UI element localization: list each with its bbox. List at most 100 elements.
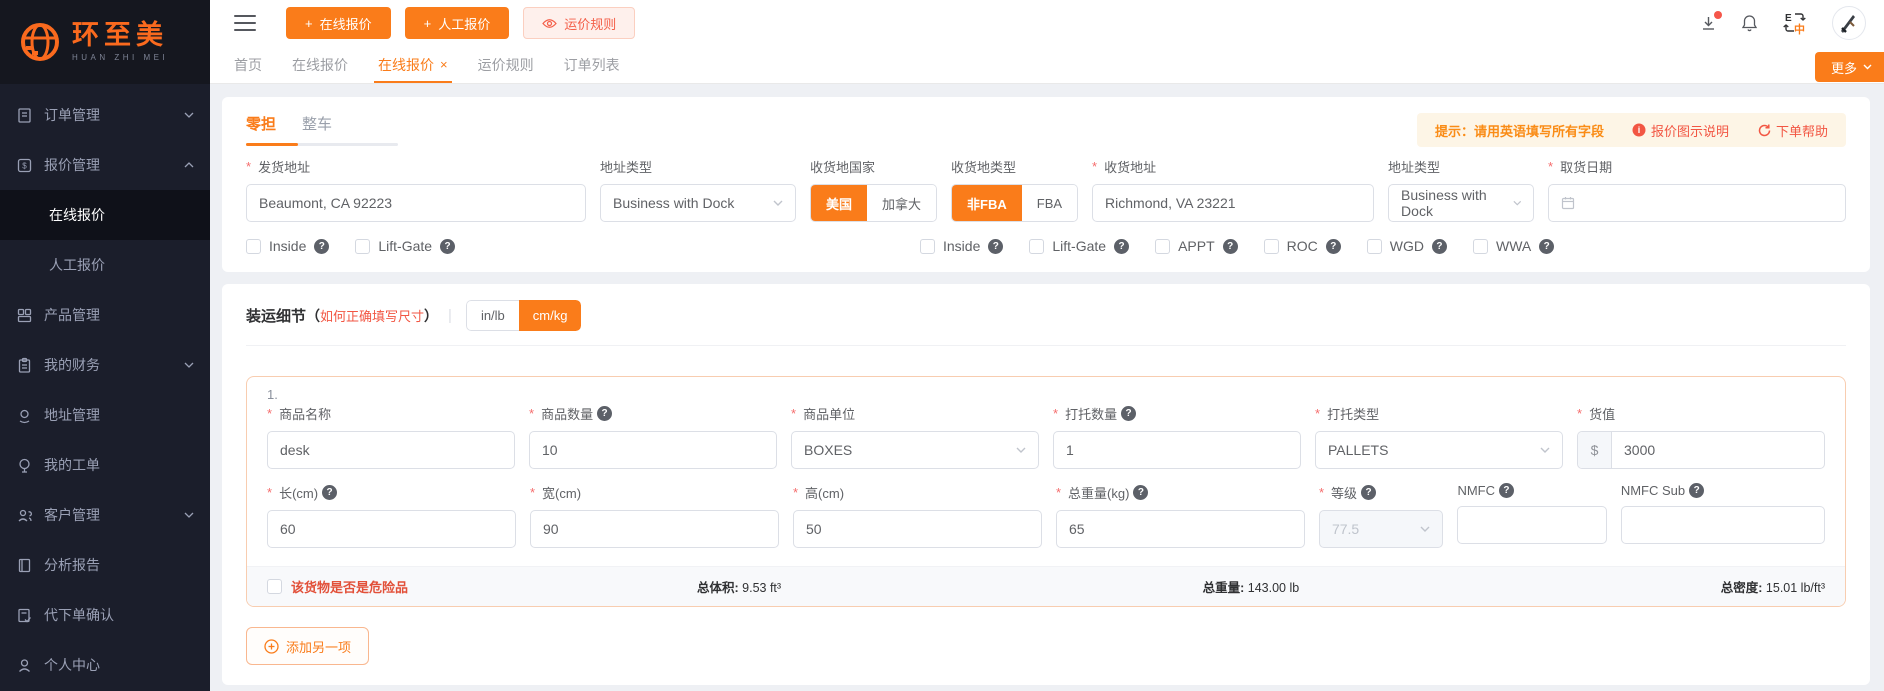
quotes-icon: $ — [16, 157, 33, 174]
order-help-link[interactable]: 下单帮助 — [1757, 121, 1828, 140]
more-button[interactable]: 更多 — [1815, 52, 1884, 82]
dest-address-input[interactable] — [1105, 195, 1361, 211]
origin-address-input[interactable] — [259, 195, 573, 211]
checkbox[interactable] — [920, 239, 935, 254]
length-field: 长(cm)? — [267, 483, 516, 548]
unit-cmkg[interactable]: cm/kg — [519, 300, 582, 331]
dest-type-fba[interactable]: FBA — [1022, 185, 1077, 221]
quote-guide-link[interactable]: i 报价图示说明 — [1632, 121, 1729, 140]
page-content: 零担 整车 提示：请用英语填写所有字段 i 报价图示说明 下 — [210, 84, 1884, 691]
checkbox[interactable] — [1367, 239, 1382, 254]
tab-order-list[interactable]: 订单列表 — [564, 46, 620, 83]
svg-text:E: E — [1785, 13, 1792, 24]
help-icon[interactable]: ? — [1326, 239, 1341, 254]
help-icon[interactable]: ? — [1133, 485, 1148, 500]
sidebar-item-label: 代下单确认 — [44, 605, 114, 625]
help-icon[interactable]: ? — [1539, 239, 1554, 254]
help-icon[interactable]: ? — [314, 239, 329, 254]
origin-address-type-field: 地址类型 Business with Dock — [600, 157, 796, 222]
sidebar-item-profile[interactable]: 个人中心 — [0, 640, 210, 690]
unit-inlb[interactable]: in/lb — [466, 300, 519, 331]
checkbox[interactable] — [1473, 239, 1488, 254]
help-icon[interactable]: ? — [440, 239, 455, 254]
dest-country-canada[interactable]: 加拿大 — [867, 185, 936, 221]
translate-icon[interactable]: E 中 — [1782, 11, 1808, 35]
nmfc-input[interactable] — [1470, 517, 1593, 533]
product-qty-input[interactable] — [542, 442, 764, 458]
pallet-qty-input[interactable] — [1066, 442, 1288, 458]
sidebar-item-finance[interactable]: 我的财务 — [0, 340, 210, 390]
sidebar-item-manual-quote[interactable]: 人工报价 — [0, 240, 210, 290]
help-icon[interactable]: ? — [1361, 485, 1376, 500]
checkbox[interactable] — [1155, 239, 1170, 254]
height-input[interactable] — [806, 521, 1029, 537]
sidebar-item-orders[interactable]: 订单管理 — [0, 90, 210, 140]
close-icon[interactable]: × — [440, 57, 448, 72]
checkbox[interactable] — [246, 239, 261, 254]
sidebar-item-products[interactable]: 产品管理 — [0, 290, 210, 340]
tab-rate-rules[interactable]: 运价规则 — [478, 46, 534, 83]
bell-icon[interactable] — [1741, 14, 1758, 32]
tab-ltl[interactable]: 零担 — [246, 113, 276, 134]
help-icon[interactable]: ? — [1114, 239, 1129, 254]
nmfc-sub-input[interactable] — [1634, 517, 1812, 533]
sidebar-item-reports[interactable]: 分析报告 — [0, 540, 210, 590]
svg-text:i: i — [1638, 125, 1641, 135]
brand-name: 环至美 — [72, 22, 168, 49]
help-icon[interactable]: ? — [1121, 406, 1136, 421]
checkbox[interactable] — [1264, 239, 1279, 254]
dest-address-type-select[interactable]: Business with Dock — [1388, 184, 1534, 222]
cargo-value-input[interactable] — [1612, 442, 1824, 458]
origin-service-inside: Inside ? — [246, 238, 329, 254]
product-name-input[interactable] — [280, 442, 502, 458]
rate-rules-button[interactable]: 运价规则 — [523, 7, 635, 39]
sidebar-item-label: 我的财务 — [44, 355, 100, 375]
help-icon[interactable]: ? — [1223, 239, 1238, 254]
dest-country-us[interactable]: 美国 — [811, 185, 867, 221]
product-unit-select[interactable]: BOXES — [791, 431, 1039, 469]
tab-online-quote-2-active[interactable]: 在线报价 × — [378, 46, 448, 83]
menu-collapse-icon[interactable] — [234, 15, 256, 31]
tab-online-quote-1[interactable]: 在线报价 — [292, 46, 348, 83]
help-icon[interactable]: ? — [322, 485, 337, 500]
help-icon[interactable]: ? — [1432, 239, 1447, 254]
pickup-date-input[interactable] — [1548, 184, 1846, 222]
freight-class-select[interactable]: 77.5 — [1319, 510, 1444, 548]
checkbox[interactable] — [355, 239, 370, 254]
help-icon[interactable]: ? — [1499, 483, 1514, 498]
length-input[interactable] — [280, 521, 503, 537]
total-weight-input[interactable] — [1069, 521, 1292, 537]
help-icon[interactable]: ? — [597, 406, 612, 421]
help-icon[interactable]: ? — [988, 239, 1003, 254]
new-online-quote-button[interactable]: + 在线报价 — [286, 7, 391, 39]
dest-type-nonfba[interactable]: 非FBA — [952, 185, 1022, 221]
item-index: 1. — [267, 387, 1825, 402]
width-input[interactable] — [543, 521, 766, 537]
chevron-down-icon — [1513, 200, 1522, 206]
help-icon[interactable]: ? — [1689, 483, 1704, 498]
chevron-down-icon — [773, 200, 783, 206]
calendar-icon — [1561, 196, 1575, 210]
checkbox[interactable] — [1029, 239, 1044, 254]
download-icon[interactable] — [1700, 15, 1717, 32]
sidebar-item-online-quote[interactable]: 在线报价 — [0, 190, 210, 240]
origin-address-type-select[interactable]: Business with Dock — [600, 184, 796, 222]
dimension-help-link[interactable]: 如何正确填写尺寸 — [320, 306, 424, 325]
sidebar-item-quotes[interactable]: $ 报价管理 — [0, 140, 210, 190]
sidebar-item-tickets[interactable]: 我的工单 — [0, 440, 210, 490]
total-weight: 总重量: 143.00 lb — [1203, 577, 1300, 596]
tab-ftl[interactable]: 整车 — [302, 113, 332, 134]
width-field: 宽(cm) — [530, 483, 779, 548]
tab-home[interactable]: 首页 — [234, 46, 262, 83]
dest-country-field: 收货地国家 美国 加拿大 — [810, 157, 937, 222]
sidebar-item-addresses[interactable]: 地址管理 — [0, 390, 210, 440]
new-manual-quote-button[interactable]: + 人工报价 — [405, 7, 510, 39]
sidebar-item-order-confirm[interactable]: 代下单确认 — [0, 590, 210, 640]
hazard-checkbox[interactable] — [267, 579, 282, 594]
sidebar-item-customers[interactable]: 客户管理 — [0, 490, 210, 540]
address-icon — [16, 407, 33, 424]
avatar[interactable] — [1832, 6, 1866, 40]
chevron-down-icon — [184, 112, 194, 118]
add-item-button[interactable]: 添加另一项 — [246, 627, 369, 665]
pallet-type-select[interactable]: PALLETS — [1315, 431, 1563, 469]
